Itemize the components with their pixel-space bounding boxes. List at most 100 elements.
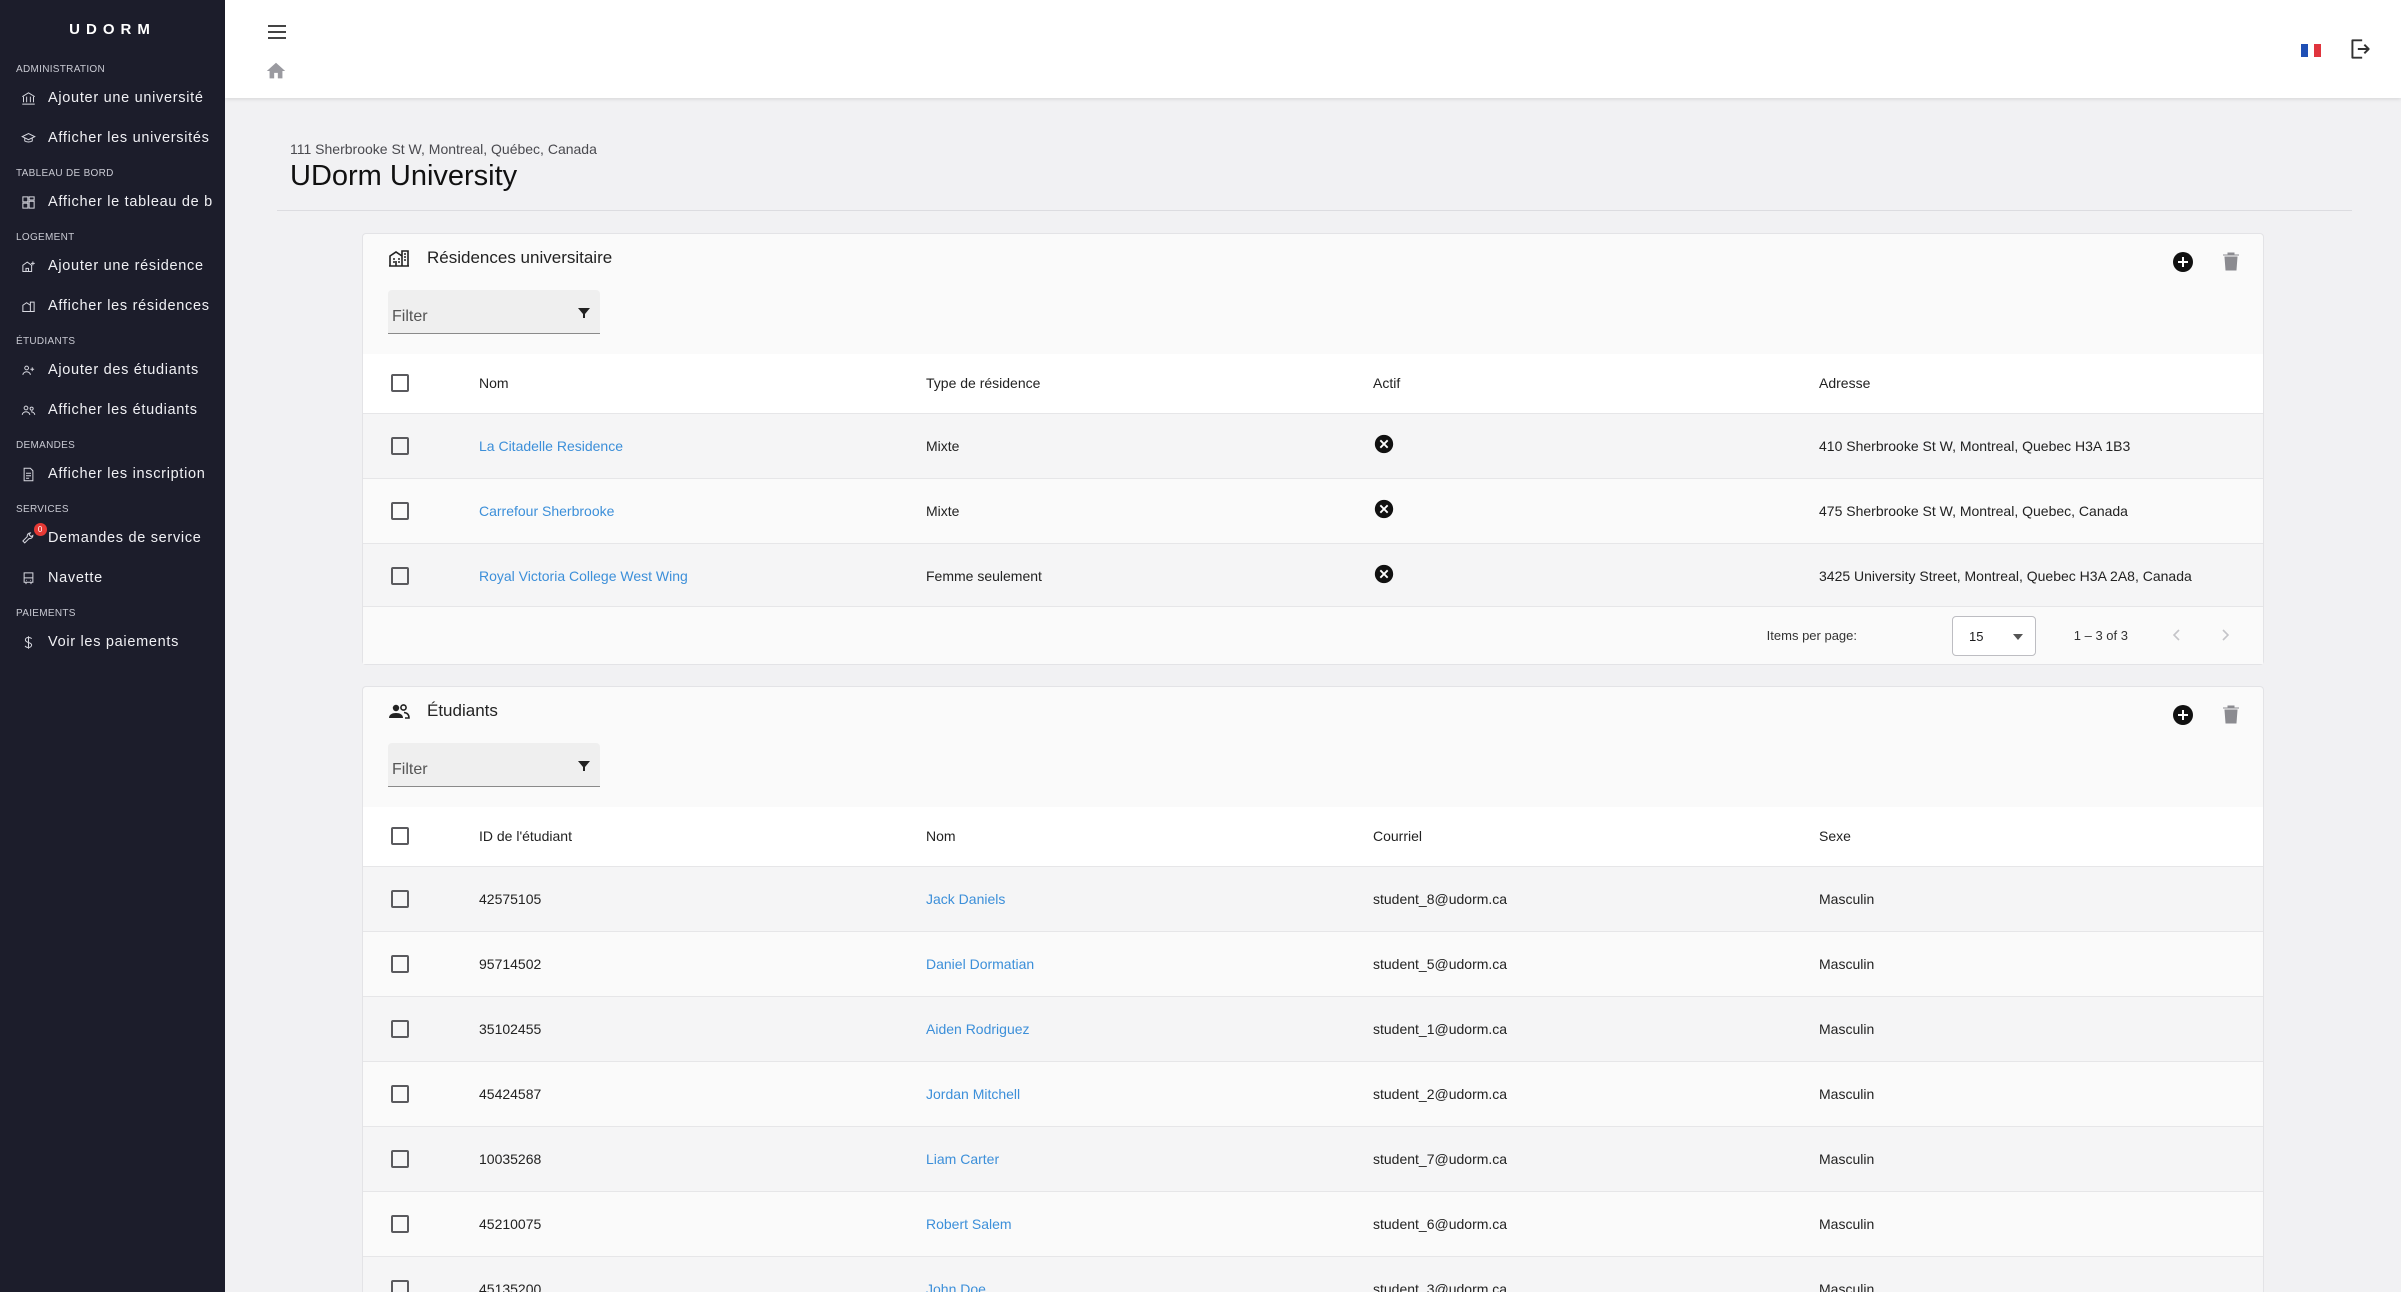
row-checkbox[interactable] [391,1214,409,1233]
students-card: Étudiants Filter ID de l'étudiant Nom Co… [362,686,2264,1292]
student-name-link[interactable]: Robert Salem [926,1216,1012,1232]
table-row[interactable]: 42575105 Jack Daniels student_8@udorm.ca Ma… [363,865,2263,931]
inactive-x-icon [1374,434,1394,454]
delete-icon[interactable] [2219,250,2243,274]
items-per-page-label: Items per page: [1766,628,1857,643]
residence-address: 410 Sherbrooke St W, Montreal, Quebec H3… [1819,412,2263,478]
sidebar-item-label: Ajouter des étudiants [48,362,199,378]
sidebar-item[interactable]: Afficher les universités [0,118,225,158]
row-checkbox[interactable] [391,889,409,908]
filter-label: Filter [392,308,428,325]
sidebar-section-title: SERVICES [16,504,69,515]
student-name-link[interactable]: Jordan Mitchell [926,1086,1020,1102]
student-email: student_6@udorm.ca [1373,1190,1819,1256]
sidebar-item[interactable]: Navette [0,558,225,598]
column-header[interactable]: ID de l'étudiant [479,807,926,866]
column-header[interactable]: Nom [926,807,1373,866]
table-row[interactable]: 45424587 Jordan Mitchell student_2@udorm.c… [363,1060,2263,1126]
sidebar-item[interactable]: Afficher le tableau de b [0,182,225,222]
add-residence-button[interactable] [2171,250,2195,274]
wrench-icon [20,530,36,546]
student-sex: Masculin [1819,1125,2263,1191]
university-address: 111 Sherbrooke St W, Montreal, Québec, C… [290,141,597,157]
student-name-link[interactable]: Aiden Rodriguez [926,1021,1030,1037]
paginator: Items per page: 15 1 – 3 of 3 [363,606,2263,664]
student-name-link[interactable]: John Doe [926,1281,986,1292]
residence-address: 475 Sherbrooke St W, Montreal, Quebec, C… [1819,477,2263,543]
menu-icon[interactable] [265,20,289,44]
row-checkbox[interactable] [391,1279,409,1292]
sidebar-item[interactable]: Ajouter une université [0,78,225,118]
student-sex: Masculin [1819,995,2263,1061]
residence-name-link[interactable]: Royal Victoria College West Wing [479,568,688,584]
sidebar-section-title: PAIEMENTS [16,608,76,619]
residence-name-link[interactable]: Carrefour Sherbrooke [479,503,614,519]
row-checkbox[interactable] [391,1019,409,1038]
sidebar-item[interactable]: Afficher les inscription [0,454,225,494]
chevron-down-icon [2013,634,2023,640]
sidebar-item[interactable]: Afficher les étudiants [0,390,225,430]
table-row[interactable]: 10035268 Liam Carter student_7@udorm.ca Mas… [363,1125,2263,1191]
row-checkbox[interactable] [391,1149,409,1168]
residences-filter-select[interactable]: Filter [388,290,600,334]
student-name-link[interactable]: Jack Daniels [926,891,1005,907]
select-all-checkbox[interactable] [391,374,409,393]
column-header[interactable]: Sexe [1819,807,2263,866]
student-email: student_8@udorm.ca [1373,865,1819,931]
row-checkbox[interactable] [391,566,409,585]
card-header: Résidences universitaire [363,234,2263,290]
table-row[interactable]: 45210075 Robert Salem student_6@udorm.ca Ma… [363,1190,2263,1256]
column-header[interactable]: Courriel [1373,807,1819,866]
page-title: UDorm University [290,160,518,192]
column-header[interactable]: Adresse [1819,354,2263,413]
table-row[interactable]: 35102455 Aiden Rodriguez student_1@udorm.c… [363,995,2263,1061]
table-row[interactable]: Royal Victoria College West Wing Femme se… [363,542,2263,608]
add-student-button[interactable] [2171,703,2195,727]
sidebar-item[interactable]: 0 Demandes de service [0,518,225,558]
sidebar-section-title: ÉTUDIANTS [16,336,76,347]
select-all-checkbox[interactable] [391,827,409,846]
table-row[interactable]: 45135200 John Doe student_3@udorm.ca Mascul… [363,1255,2263,1292]
student-name-link[interactable]: Daniel Dormatian [926,956,1034,972]
sidebar-item-label: Demandes de service [48,530,202,546]
card-title: Résidences universitaire [427,248,613,267]
students-filter-select[interactable]: Filter [388,743,600,787]
delete-icon[interactable] [2219,703,2243,727]
table-row[interactable]: La Citadelle Residence Mixte 410 Sherbrook… [363,412,2263,478]
row-checkbox[interactable] [391,436,409,455]
home-icon[interactable] [265,60,287,82]
next-page-icon[interactable] [2217,627,2233,643]
student-email: student_1@udorm.ca [1373,995,1819,1061]
residence-type: Femme seulement [926,542,1373,608]
sidebar-section-title: ADMINISTRATION [16,64,106,75]
items-per-page-select[interactable]: 15 [1952,616,2036,656]
sidebar-item[interactable]: Afficher les résidences [0,286,225,326]
student-name-link[interactable]: Liam Carter [926,1151,999,1167]
student-email: student_3@udorm.ca [1373,1255,1819,1292]
table-row[interactable]: Carrefour Sherbrooke Mixte 475 Sherbrooke … [363,477,2263,543]
sidebar-item[interactable]: Ajouter une résidence [0,246,225,286]
previous-page-icon[interactable] [2169,627,2185,643]
french-flag-icon[interactable] [2301,44,2322,57]
filter-icon [578,308,590,318]
sidebar-item[interactable]: Ajouter des étudiants [0,350,225,390]
logout-icon[interactable] [2347,36,2373,62]
table-row[interactable]: 95714502 Daniel Dormatian student_5@udorm.… [363,930,2263,996]
row-checkbox[interactable] [391,1084,409,1103]
residences-table: Nom Type de résidence Actif Adresse La C… [363,354,2263,608]
residence-name-link[interactable]: La Citadelle Residence [479,438,623,454]
residences-card: Résidences universitaire Filter Nom Type… [362,233,2264,665]
student-sex: Masculin [1819,930,2263,996]
filter-icon [578,761,590,771]
sidebar-item[interactable]: Voir les paiements [0,622,225,662]
column-header[interactable]: Type de résidence [926,354,1373,413]
row-checkbox[interactable] [391,501,409,520]
notification-badge: 0 [34,523,47,536]
column-header[interactable]: Nom [479,354,926,413]
card-title: Étudiants [427,701,498,720]
sidebar-section-title: DEMANDES [16,440,76,451]
column-header[interactable]: Actif [1373,354,1819,413]
row-checkbox[interactable] [391,954,409,973]
add-home-icon [20,258,36,274]
sidebar-item-label: Afficher les inscription [48,466,206,482]
